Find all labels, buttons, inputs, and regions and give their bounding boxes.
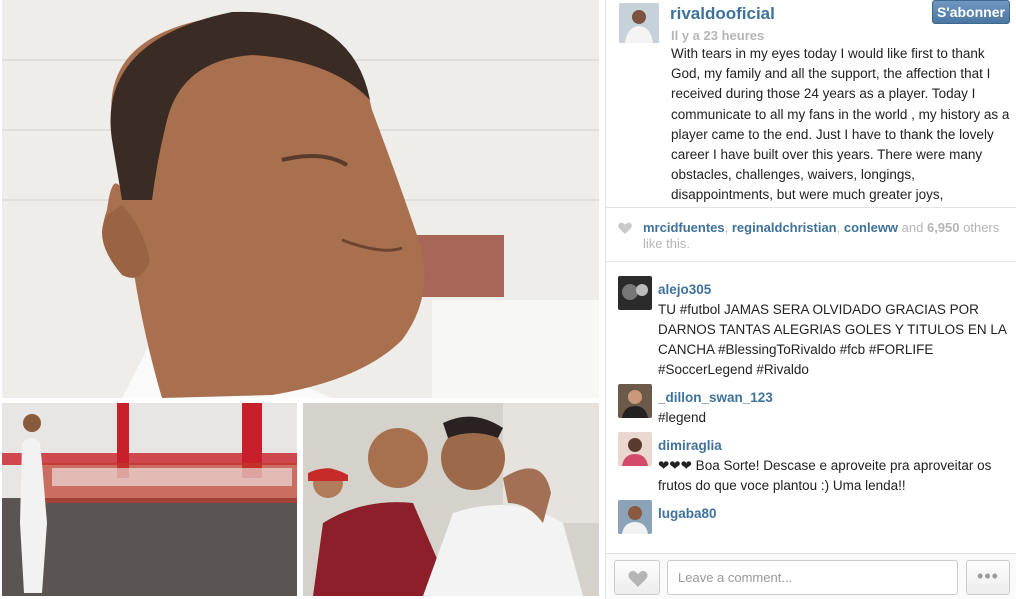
liker-link[interactable]: reginaldchristian — [732, 220, 837, 235]
commenter-avatar[interactable] — [618, 500, 652, 534]
comments-list: alejo305 TU #futbol JAMAS SERA OLVIDADO … — [606, 270, 1016, 548]
likes-separator: , — [724, 220, 732, 235]
author-username[interactable]: rivaldooficial — [670, 4, 775, 24]
comment-item: dimiraglia ❤❤❤ Boa Sorte! Descase e apro… — [618, 432, 1010, 498]
commenter-avatar[interactable] — [618, 432, 652, 466]
instagram-post-view: rivaldooficial Il y a 23 heures S'abonne… — [0, 0, 1016, 599]
liker-link[interactable]: mrcidfuentes — [643, 220, 725, 235]
comment-item: alejo305 TU #futbol JAMAS SERA OLVIDADO … — [618, 276, 1010, 381]
comment-bar: ••• — [606, 553, 1016, 599]
like-button[interactable] — [614, 560, 660, 595]
heart-icon — [618, 222, 632, 234]
likes-and: and — [898, 220, 927, 235]
commenter-username[interactable]: _dillon_swan_123 — [658, 390, 773, 405]
hug-photo[interactable] — [303, 403, 599, 596]
comment-text: #legend — [658, 410, 707, 425]
more-options-button[interactable]: ••• — [966, 560, 1010, 595]
likes-count[interactable]: 6,950 — [927, 220, 960, 235]
likes-summary: mrcidfuentes, reginaldchristian, conleww… — [618, 220, 1008, 252]
commenter-username[interactable]: alejo305 — [658, 282, 711, 297]
main-photo[interactable] — [2, 0, 599, 398]
comment-item: lugaba80 — [618, 500, 1010, 544]
likes-separator: , — [836, 220, 844, 235]
comment-text: TU #futbol JAMAS SERA OLVIDADO GRACIAS P… — [658, 302, 1007, 377]
commenter-avatar[interactable] — [618, 276, 652, 310]
photo-collage — [0, 0, 604, 599]
author-avatar[interactable] — [619, 3, 659, 43]
comment-item: _dillon_swan_123 #legend — [618, 384, 1010, 432]
comment-text: ❤❤❤ Boa Sorte! Descase e aproveite pra a… — [658, 458, 992, 493]
commenter-username[interactable]: lugaba80 — [658, 506, 717, 521]
post-timestamp: Il y a 23 heures — [671, 28, 765, 43]
liker-link[interactable]: conleww — [844, 220, 898, 235]
commenter-avatar[interactable] — [618, 384, 652, 418]
caption-divider — [606, 207, 1016, 208]
post-caption: With tears in my eyes today I would like… — [671, 46, 1010, 202]
heart-icon — [628, 570, 648, 587]
commenter-username[interactable]: dimiraglia — [658, 438, 722, 453]
post-sidebar: rivaldooficial Il y a 23 heures S'abonne… — [605, 0, 1016, 599]
likes-divider — [606, 261, 1016, 262]
comment-input[interactable] — [667, 560, 958, 595]
team-photo[interactable] — [2, 403, 297, 596]
follow-button[interactable]: S'abonner — [932, 0, 1010, 24]
